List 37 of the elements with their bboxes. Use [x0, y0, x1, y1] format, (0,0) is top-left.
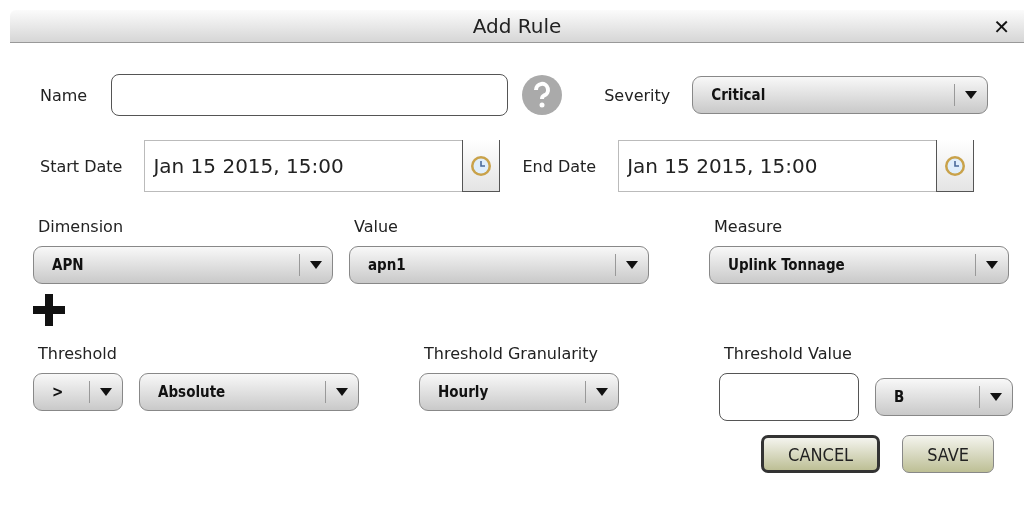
- field-label: Name: [40, 85, 88, 105]
- caret-icon: [336, 388, 348, 396]
- clock-icon: [470, 154, 493, 177]
- unit-dropdown[interactable]: B: [875, 378, 1013, 416]
- field-label: Dimension: [38, 217, 125, 236]
- field-label: Threshold: [38, 344, 118, 363]
- field-label: End Date: [522, 156, 597, 176]
- calendar-button[interactable]: [462, 140, 501, 192]
- clock-icon: [944, 154, 967, 177]
- threshold-value-field[interactable]: [719, 373, 859, 421]
- name-field[interactable]: [111, 74, 509, 116]
- field-label: Measure: [714, 217, 783, 236]
- calendar-button[interactable]: [936, 140, 975, 192]
- plus-icon[interactable]: [33, 294, 65, 326]
- window-title: Add Rule: [472, 14, 562, 38]
- caret-icon: [596, 388, 608, 396]
- caret-icon: [990, 393, 1002, 401]
- severity-dropdown[interactable]: Critical: [692, 76, 989, 114]
- caret-icon: [310, 261, 322, 269]
- caret-icon: [986, 261, 998, 269]
- dropdown[interactable]: Absolute: [139, 373, 359, 411]
- dropdown[interactable]: Uplink Tonnage: [709, 246, 1009, 284]
- dropdown[interactable]: APN: [33, 246, 333, 284]
- caret-icon: [626, 261, 638, 269]
- dialog-button[interactable]: SAVE: [902, 435, 994, 473]
- field-label: Severity: [604, 85, 671, 105]
- caret-icon: [100, 388, 112, 396]
- dropdown[interactable]: apn1: [349, 246, 649, 284]
- field-label: Value: [354, 217, 399, 236]
- dialog-button[interactable]: CANCEL: [761, 435, 881, 473]
- close-button[interactable]: ✕: [993, 15, 1010, 39]
- caret-icon: [965, 91, 978, 99]
- dropdown[interactable]: Hourly: [419, 373, 619, 411]
- field-label: Threshold Granularity: [424, 344, 599, 363]
- operator-dropdown[interactable]: >: [33, 373, 123, 411]
- field-label: Threshold Value: [724, 344, 853, 363]
- field-label: Start Date: [40, 156, 123, 176]
